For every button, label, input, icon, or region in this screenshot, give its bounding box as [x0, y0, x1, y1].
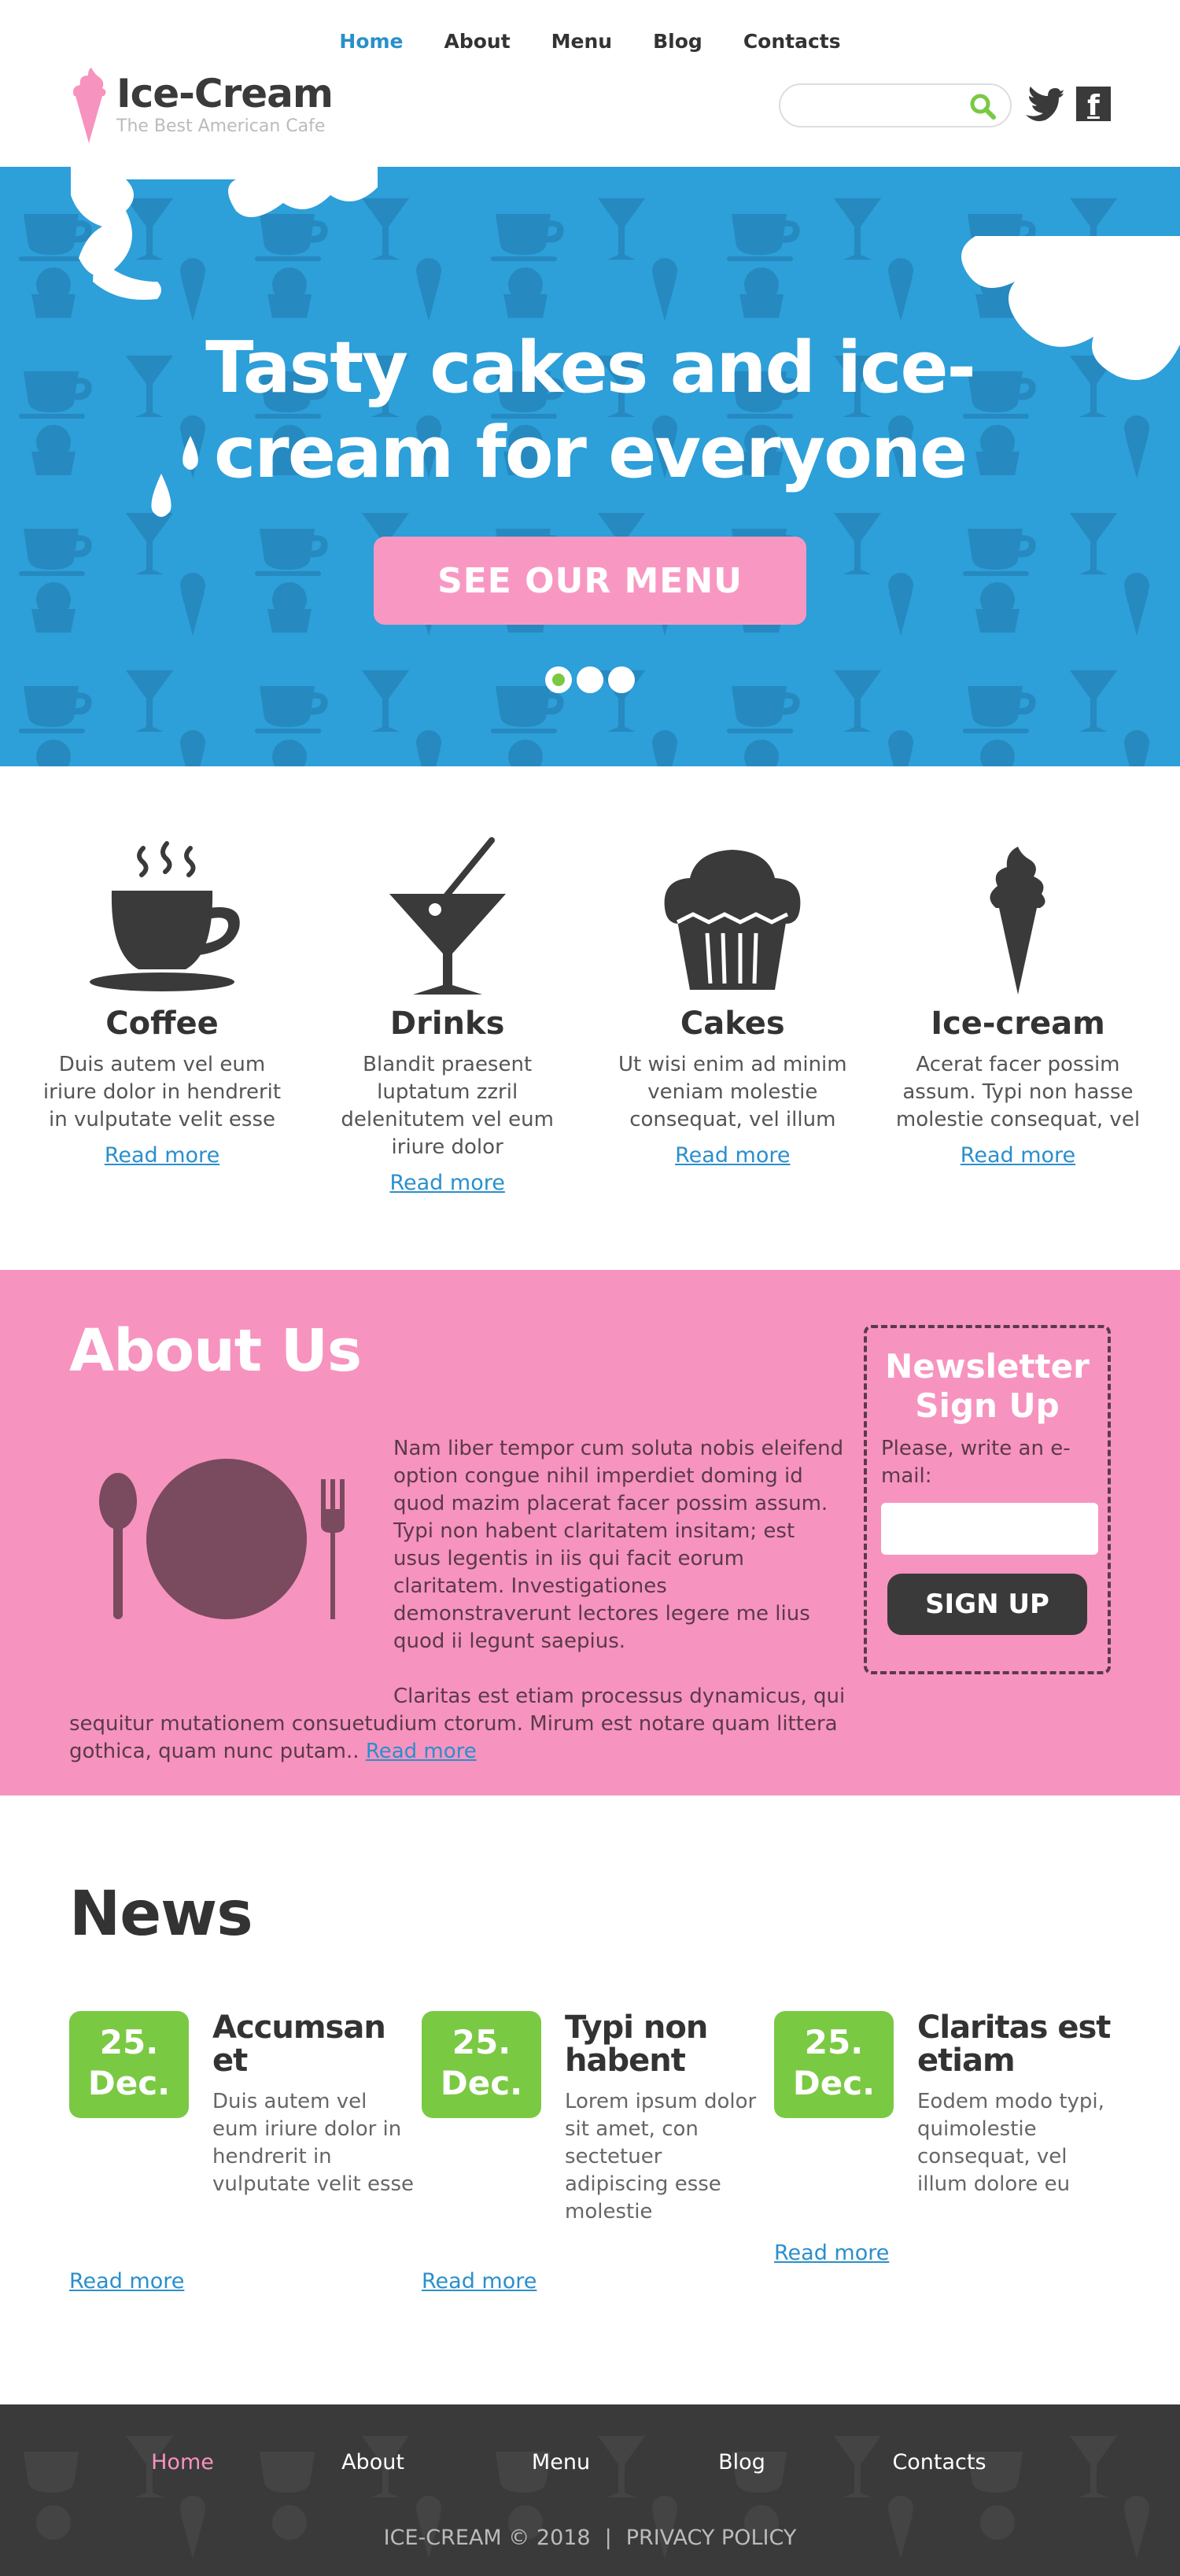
nav-home-link[interactable]: Home: [339, 30, 403, 53]
sign-up-button[interactable]: SIGN UP: [887, 1574, 1087, 1635]
news-date-day: 25.: [804, 2023, 864, 2061]
news-item: 25. Dec. Typi non habent Lorem ipsum dol…: [422, 2011, 768, 2294]
news-date-month: Dec.: [87, 2064, 171, 2102]
features-section: Coffee Duis autem vel eum iriure dolor i…: [0, 766, 1180, 1270]
slider-dot-1[interactable]: [545, 666, 572, 693]
hero-banner: Tasty cakes and ice-cream for everyone S…: [0, 167, 1180, 766]
news-headline[interactable]: Claritas est etiam: [917, 2011, 1120, 2077]
news-headline[interactable]: Typi non habent: [565, 2011, 768, 2077]
twitter-icon: [1026, 87, 1064, 121]
nav-about-link[interactable]: About: [444, 30, 511, 53]
newsletter-title: Newsletter Sign Up: [885, 1347, 1090, 1425]
about-title: About Us: [69, 1317, 362, 1385]
copyright-text: ICE-CREAM © 2018: [383, 2526, 591, 2550]
feature-text: Blandit praesent luptatum zzril delenitu…: [341, 1053, 554, 1159]
about-section: About Us Nam liber tempor cum soluta nob…: [0, 1270, 1180, 1795]
read-more-link[interactable]: Read more: [961, 1143, 1075, 1168]
feature-title: Coffee: [105, 1006, 219, 1042]
news-excerpt: Eodem modo typi, quimolestie consequat, …: [917, 2090, 1104, 2196]
news-read-more-link[interactable]: Read more: [69, 2269, 184, 2294]
news-date-badge: 25. Dec.: [422, 2011, 541, 2118]
feature-title: Cakes: [680, 1006, 785, 1042]
slider-dot-3[interactable]: [608, 666, 635, 693]
cupcake-icon: [664, 850, 801, 990]
nav-menu-link[interactable]: Menu: [551, 30, 612, 53]
copyright-separator: |: [604, 2526, 612, 2550]
site-logo[interactable]: Ice-Cream The Best American Cafe: [68, 66, 334, 145]
facebook-link[interactable]: f: [1076, 87, 1111, 122]
search-icon[interactable]: [969, 93, 996, 120]
search-input[interactable]: [796, 85, 977, 124]
news-item: 25. Dec. Accumsan et Duis autem vel eum …: [69, 2011, 415, 2294]
logo-subtitle: The Best American Cafe: [116, 116, 326, 136]
newsletter-email-input[interactable]: [881, 1503, 1098, 1555]
newsletter-prompt: Please, write an e-mail:: [881, 1437, 1071, 1488]
news-read-more-link[interactable]: Read more: [774, 2241, 889, 2265]
news-excerpt: Duis autem vel eum iriure dolor in hendr…: [212, 2090, 415, 2196]
feature-title: Drinks: [389, 1006, 505, 1042]
slider-dot-2[interactable]: [577, 666, 603, 693]
news-section: News 25. Dec. Accumsan et Duis autem vel…: [0, 1795, 1180, 2404]
logo-title: Ice-Cream: [116, 71, 334, 116]
copyright-bar: ICE-CREAM © 2018 | PRIVACY POLICY: [0, 2526, 1180, 2550]
about-paragraph: Nam liber tempor cum soluta nobis eleife…: [393, 1437, 844, 1653]
read-more-link[interactable]: Read more: [675, 1143, 790, 1168]
news-headline[interactable]: Accumsan et: [212, 2011, 415, 2077]
footer-menu-link[interactable]: Menu: [532, 2450, 590, 2475]
news-read-more-link[interactable]: Read more: [422, 2269, 537, 2294]
nav-blog-link[interactable]: Blog: [653, 30, 702, 53]
hero-headline: Tasty cakes and ice-cream for everyone: [205, 327, 976, 494]
feature-drinks: Drinks Blandit praesent luptatum zzril d…: [322, 836, 573, 1270]
read-more-link[interactable]: Read more: [105, 1143, 219, 1168]
feature-ice-cream: Ice-cream Acerat facer possim assum. Typ…: [892, 836, 1144, 1270]
news-date-month: Dec.: [792, 2064, 876, 2102]
footer-home-link[interactable]: Home: [151, 2450, 214, 2475]
about-text: Nam liber tempor cum soluta nobis eleife…: [69, 1435, 848, 1766]
news-item: 25. Dec. Claritas est etiam Eodem modo t…: [774, 2011, 1120, 2265]
news-date-day: 25.: [452, 2023, 511, 2061]
privacy-policy-link[interactable]: PRIVACY POLICY: [626, 2526, 797, 2550]
main-nav: Home About Menu Blog Contacts: [0, 30, 1180, 53]
about-paragraph: Claritas est etiam processus dynamicus, …: [69, 1683, 848, 1766]
feature-coffee: Coffee Duis autem vel eum iriure dolor i…: [36, 836, 288, 1270]
feature-title: Ice-cream: [931, 1006, 1105, 1042]
see-menu-button[interactable]: SEE OUR MENU: [374, 537, 806, 625]
coffee-icon: [90, 841, 240, 991]
news-date-badge: 25. Dec.: [774, 2011, 894, 2118]
slider-pagination: [545, 666, 635, 693]
feature-text: Acerat facer possim assum. Typi non hass…: [895, 1053, 1141, 1131]
newsletter-box: Newsletter Sign Up Please, write an e-ma…: [864, 1325, 1111, 1674]
footer-about-link[interactable]: About: [341, 2450, 404, 2475]
twitter-link[interactable]: [1023, 87, 1064, 126]
news-excerpt: Lorem ipsum dolor sit amet, con sectetue…: [565, 2090, 757, 2224]
ice-cream-icon: [990, 847, 1045, 995]
footer-blog-link[interactable]: Blog: [718, 2450, 765, 2475]
news-title: News: [69, 1879, 253, 1950]
feature-text: Ut wisi enim ad minim veniam molestie co…: [618, 1053, 847, 1131]
ice-cream-logo-icon: [73, 68, 106, 143]
footer-background-pattern: [0, 2404, 1180, 2576]
news-date-month: Dec.: [440, 2064, 523, 2102]
nav-contacts-link[interactable]: Contacts: [743, 30, 841, 53]
site-footer: Home About Menu Blog Contacts ICE-CREAM …: [0, 2404, 1180, 2576]
search-box: [779, 83, 1012, 127]
news-date-day: 25.: [99, 2023, 159, 2061]
site-header: Home About Menu Blog Contacts Ice-Cream …: [0, 0, 1180, 167]
news-date-badge: 25. Dec.: [69, 2011, 189, 2118]
feature-cakes: Cakes Ut wisi enim ad minim veniam moles…: [607, 836, 858, 1270]
footer-contacts-link[interactable]: Contacts: [892, 2450, 986, 2475]
read-more-link[interactable]: Read more: [389, 1171, 504, 1195]
drinks-icon: [389, 837, 506, 995]
about-read-more-link[interactable]: Read more: [366, 1740, 477, 1763]
feature-text: Duis autem vel eum iriure dolor in hendr…: [42, 1053, 282, 1131]
